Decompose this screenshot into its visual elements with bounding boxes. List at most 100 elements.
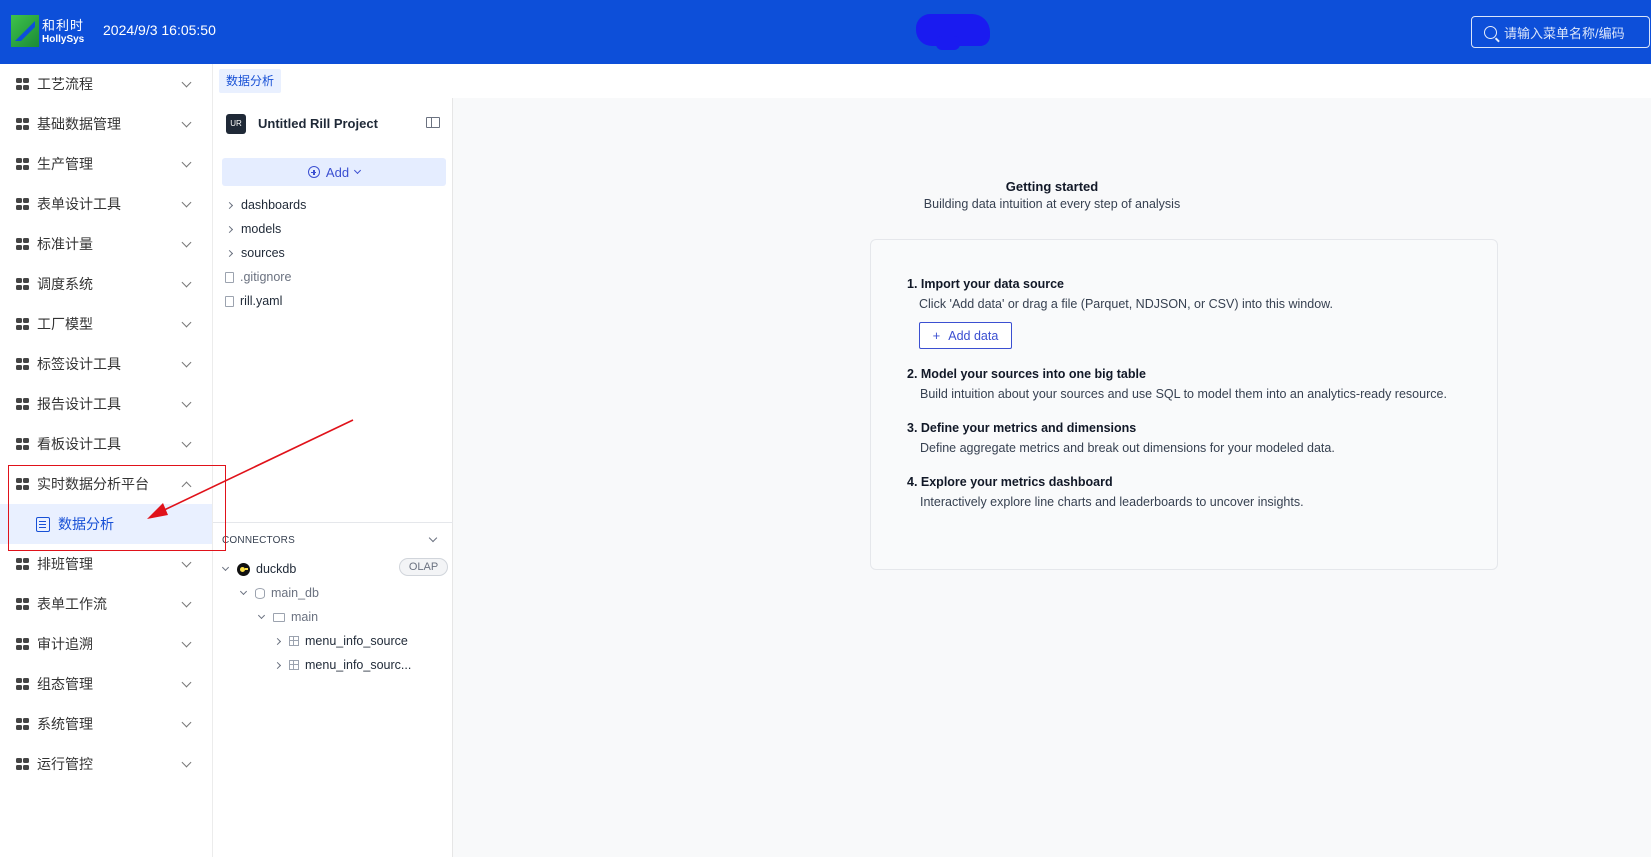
sidebar-item-audit[interactable]: 审计追溯 <box>0 624 212 664</box>
sidebar-item-label: 调度系统 <box>37 276 93 292</box>
tree-label: .gitignore <box>240 270 292 284</box>
main-content: Getting started Building data intuition … <box>453 98 1651 857</box>
chevron-down-icon <box>181 677 192 688</box>
header-datetime: 2024/9/3 16:05:50 <box>103 22 216 38</box>
add-button[interactable]: Add <box>222 158 446 186</box>
getting-started-subtitle: Building data intuition at every step of… <box>923 197 1181 211</box>
step-3-desc: Define aggregate metrics and break out d… <box>920 441 1335 455</box>
table-menu-info-source[interactable]: menu_info_source <box>273 630 408 652</box>
chevron-right-icon <box>225 225 234 233</box>
chevron-down-icon <box>181 157 192 168</box>
add-data-button[interactable]: + Add data <box>919 322 1012 349</box>
chevron-down-icon <box>181 77 192 88</box>
grid-icon <box>16 397 29 411</box>
top-header: 和利时 HollySys 2024/9/3 16:05:50 请输入菜单名称/编… <box>0 0 1651 64</box>
sidebar-item-configuration[interactable]: 组态管理 <box>0 664 212 704</box>
grid-icon <box>16 557 29 571</box>
database-icon <box>255 587 265 599</box>
sidebar-item-operations[interactable]: 运行管控 <box>0 744 212 784</box>
chevron-right-icon <box>225 201 234 209</box>
schema-label: main <box>291 610 319 624</box>
chevron-down-icon <box>181 437 192 448</box>
logo-text-en: HollySys <box>42 34 85 45</box>
grid-icon <box>16 677 29 691</box>
sidebar-item-factory-model[interactable]: 工厂模型 <box>0 304 212 344</box>
sidebar-item-board-design[interactable]: 看板设计工具 <box>0 424 212 464</box>
tab-data-analysis[interactable]: 数据分析 <box>219 69 282 93</box>
logo-mark-icon <box>11 15 39 47</box>
file-icon <box>225 271 234 283</box>
grid-icon <box>16 317 29 331</box>
folder-icon <box>273 612 285 622</box>
sidebar-item-basic-data[interactable]: 基础数据管理 <box>0 104 212 144</box>
tree-file-rill-yaml[interactable]: rill.yaml <box>225 290 282 312</box>
sidebar-item-metrology[interactable]: 标准计量 <box>0 224 212 264</box>
getting-started-title: Getting started <box>1005 179 1099 194</box>
grid-icon <box>16 637 29 651</box>
sidebar-item-production[interactable]: 生产管理 <box>0 144 212 184</box>
chevron-down-icon <box>181 357 192 368</box>
tree-file-gitignore[interactable]: .gitignore <box>225 266 291 288</box>
chevron-down-icon <box>181 317 192 328</box>
sidebar-toggle-icon[interactable] <box>426 117 440 128</box>
sidebar-item-form-design[interactable]: 表单设计工具 <box>0 184 212 224</box>
sidebar-item-label: 组态管理 <box>37 676 93 692</box>
sidebar-item-label: 基础数据管理 <box>37 116 121 132</box>
step-4-desc: Interactively explore line charts and le… <box>920 495 1304 509</box>
table-menu-info-source-2[interactable]: menu_info_sourc... <box>273 654 411 676</box>
step-2-desc: Build intuition about your sources and u… <box>920 387 1447 401</box>
redaction-mark <box>916 14 990 50</box>
grid-icon <box>16 77 29 91</box>
connector-duckdb[interactable]: duckdb <box>221 558 296 580</box>
project-avatar: UR <box>226 114 246 134</box>
chevron-down-icon <box>181 237 192 248</box>
sidebar-item-form-workflow[interactable]: 表单工作流 <box>0 584 212 624</box>
sidebar-item-report-design[interactable]: 报告设计工具 <box>0 384 212 424</box>
getting-started-card: 1. Import your data source Click 'Add da… <box>870 239 1498 570</box>
connectors-header[interactable]: CONNECTORS <box>222 535 295 546</box>
tree-folder-models[interactable]: models <box>225 218 281 240</box>
hollysys-logo[interactable]: 和利时 HollySys <box>11 15 93 48</box>
grid-icon <box>16 237 29 251</box>
sidebar-item-label: 工厂模型 <box>37 316 93 332</box>
tree-label: rill.yaml <box>240 294 283 308</box>
chevron-right-icon <box>225 249 234 257</box>
tree-folder-dashboards[interactable]: dashboards <box>225 194 306 216</box>
sidebar-item-label: 看板设计工具 <box>37 436 121 452</box>
table-label: menu_info_source <box>305 634 408 648</box>
chevron-down-icon <box>181 597 192 608</box>
sidebar-menu: 工艺流程 基础数据管理 生产管理 表单设计工具 标准计量 调度系统 工厂模型 标… <box>0 64 213 857</box>
project-name[interactable]: Untitled Rill Project <box>258 116 378 131</box>
grid-icon <box>16 437 29 451</box>
chevron-right-icon <box>273 661 282 669</box>
sidebar-item-system[interactable]: 系统管理 <box>0 704 212 744</box>
search-placeholder: 请输入菜单名称/编码 <box>1504 25 1625 41</box>
menu-search-input[interactable]: 请输入菜单名称/编码 <box>1471 16 1650 48</box>
file-icon <box>225 295 234 307</box>
sidebar-item-label: 排班管理 <box>37 556 93 572</box>
grid-icon <box>16 117 29 131</box>
tree-folder-sources[interactable]: sources <box>225 242 285 264</box>
chevron-down-icon <box>181 637 192 648</box>
step-1-title: 1. Import your data source <box>907 277 1064 291</box>
plus-circle-icon <box>307 166 320 178</box>
schema-main[interactable]: main <box>257 606 319 628</box>
chevron-down-icon <box>181 397 192 408</box>
chevron-down-icon <box>221 563 230 572</box>
chevron-right-icon <box>273 637 282 645</box>
sidebar-item-dispatch[interactable]: 调度系统 <box>0 264 212 304</box>
sidebar-item-label: 系统管理 <box>37 716 93 732</box>
database-main-db[interactable]: main_db <box>239 582 319 604</box>
chevron-down-icon[interactable] <box>428 533 438 543</box>
connectors-divider <box>213 522 453 523</box>
tree-label: sources <box>241 246 285 260</box>
sidebar-item-process[interactable]: 工艺流程 <box>0 64 212 104</box>
sidebar-item-label: 工艺流程 <box>37 76 93 92</box>
chevron-down-icon <box>181 717 192 728</box>
sidebar-item-label-design[interactable]: 标签设计工具 <box>0 344 212 384</box>
chevron-down-icon <box>181 277 192 288</box>
chevron-down-icon <box>181 197 192 208</box>
grid-icon <box>16 597 29 611</box>
grid-icon <box>16 277 29 291</box>
sidebar-item-label: 报告设计工具 <box>37 396 121 412</box>
